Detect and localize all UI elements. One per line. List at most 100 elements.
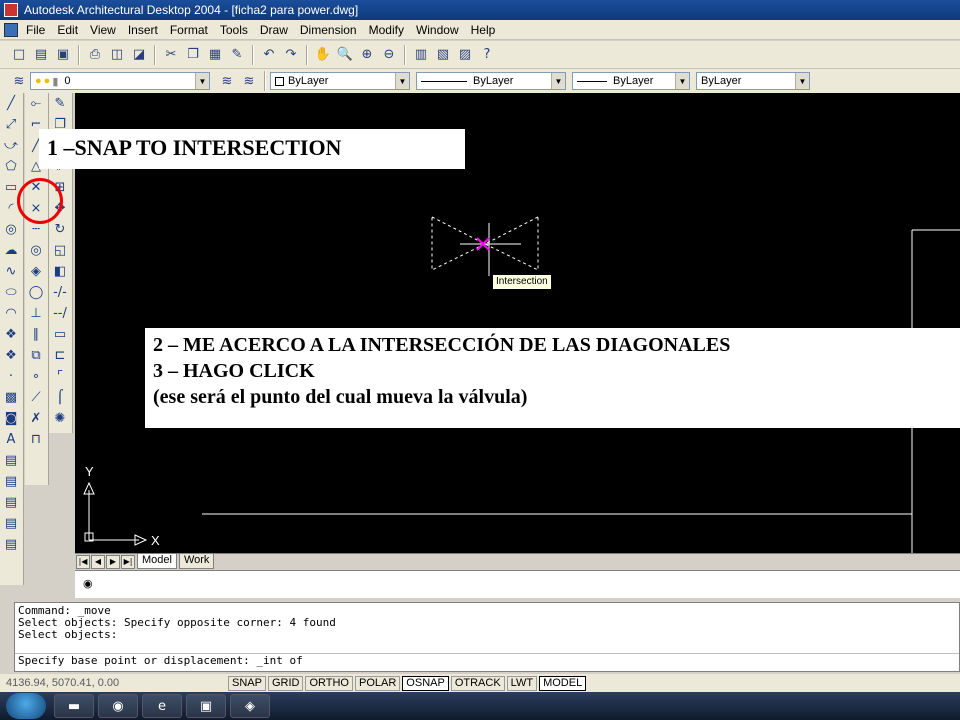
- save-icon[interactable]: ▣: [53, 45, 73, 65]
- plotstyle-dropdown[interactable]: ByLayer ▼: [696, 72, 810, 90]
- hatch-icon[interactable]: ▩: [0, 387, 22, 408]
- extend-icon[interactable]: --/: [49, 303, 71, 324]
- document-icon[interactable]: [4, 22, 18, 37]
- layer-tool-4-icon[interactable]: ▤: [0, 513, 22, 534]
- tab-model[interactable]: Model: [137, 554, 177, 569]
- osnap-toggle[interactable]: OSNAP: [402, 675, 449, 691]
- layer-manager-icon[interactable]: ≋: [9, 71, 29, 91]
- circle-icon[interactable]: ◎: [0, 219, 22, 240]
- scale-icon[interactable]: ◱: [49, 240, 71, 261]
- layer-tool-icon[interactable]: ▤: [0, 450, 22, 471]
- layer-tool-3-icon[interactable]: ▤: [0, 492, 22, 513]
- lwt-toggle[interactable]: LWT: [506, 675, 538, 691]
- ortho-toggle[interactable]: ORTHO: [305, 675, 353, 691]
- browser-icon[interactable]: e: [142, 694, 182, 718]
- chamfer-icon[interactable]: ⌜: [49, 366, 71, 387]
- zoom-previous-icon[interactable]: ⊖: [379, 45, 399, 65]
- print-icon[interactable]: ⎙: [85, 45, 105, 65]
- ellipse-icon[interactable]: ⬭: [0, 282, 22, 303]
- properties-icon[interactable]: ▥: [411, 45, 431, 65]
- snap-tangent-icon[interactable]: ◯: [25, 282, 47, 303]
- help-icon[interactable]: ?: [477, 45, 497, 65]
- construction-line-icon[interactable]: ⤢: [0, 114, 22, 135]
- polyline-icon[interactable]: ⤻: [0, 135, 22, 156]
- insert-block-icon[interactable]: ❖: [0, 324, 22, 345]
- grid-toggle[interactable]: GRID: [267, 675, 304, 691]
- menu-insert[interactable]: Insert: [128, 23, 158, 37]
- menu-view[interactable]: View: [90, 23, 116, 37]
- snap-quadrant-icon[interactable]: ◈: [25, 261, 47, 282]
- layer-dropdown[interactable]: ● ● ▮ 0 ▼: [30, 72, 210, 90]
- scroll-left-icon[interactable]: ◉: [83, 577, 93, 590]
- print-preview-icon[interactable]: ◫: [107, 45, 127, 65]
- menu-file[interactable]: File: [26, 23, 45, 37]
- rotate-icon[interactable]: ↻: [49, 219, 71, 240]
- polygon-icon[interactable]: ⬠: [0, 156, 22, 177]
- layer-tool-5-icon[interactable]: ▤: [0, 534, 22, 555]
- chevron-down-icon[interactable]: ▼: [675, 73, 689, 89]
- menu-dimension[interactable]: Dimension: [300, 23, 357, 37]
- make-block-icon[interactable]: ❖: [0, 345, 22, 366]
- horizontal-scrollbar[interactable]: ◉: [75, 570, 960, 598]
- lineweight-dropdown[interactable]: ByLayer ▼: [572, 72, 690, 90]
- media-player-icon[interactable]: ◉: [98, 694, 138, 718]
- point-icon[interactable]: ·: [0, 366, 22, 387]
- explode-icon[interactable]: ✺: [49, 408, 71, 429]
- tool-palettes-icon[interactable]: ▨: [455, 45, 475, 65]
- copy-icon[interactable]: ❐: [183, 45, 203, 65]
- menu-help[interactable]: Help: [471, 23, 496, 37]
- layer-previous-icon[interactable]: ≋: [239, 71, 259, 91]
- layer-tool-2-icon[interactable]: ▤: [0, 471, 22, 492]
- autocad-icon[interactable]: ◈: [230, 694, 270, 718]
- menu-format[interactable]: Format: [170, 23, 208, 37]
- temporary-tracking-icon[interactable]: ⟜: [25, 93, 47, 114]
- publish-icon[interactable]: ◪: [129, 45, 149, 65]
- start-button[interactable]: [6, 693, 46, 719]
- cut-icon[interactable]: ✂: [161, 45, 181, 65]
- previous-tab-icon[interactable]: ◀: [91, 554, 105, 569]
- line-icon[interactable]: ╱: [0, 93, 22, 114]
- region-icon[interactable]: ◙: [0, 408, 22, 429]
- undo-icon[interactable]: ↶: [259, 45, 279, 65]
- spline-icon[interactable]: ∿: [0, 261, 22, 282]
- zoom-window-icon[interactable]: ⊕: [357, 45, 377, 65]
- first-tab-icon[interactable]: |◀: [76, 554, 90, 569]
- menu-draw[interactable]: Draw: [260, 23, 288, 37]
- color-dropdown[interactable]: ByLayer ▼: [270, 72, 410, 90]
- tab-work[interactable]: Work: [178, 554, 215, 569]
- last-tab-icon[interactable]: ▶|: [121, 554, 135, 569]
- make-current-layer-icon[interactable]: ≋: [217, 71, 237, 91]
- chevron-down-icon[interactable]: ▼: [551, 73, 565, 89]
- menu-modify[interactable]: Modify: [369, 23, 404, 37]
- join-icon[interactable]: ⊏: [49, 345, 71, 366]
- menu-window[interactable]: Window: [416, 23, 459, 37]
- new-file-icon[interactable]: □: [9, 45, 29, 65]
- polar-toggle[interactable]: POLAR: [355, 675, 401, 691]
- otrack-toggle[interactable]: OTRACK: [450, 675, 505, 691]
- snap-parallel-icon[interactable]: ∥: [25, 324, 47, 345]
- snap-nearest-icon[interactable]: ⟋: [25, 387, 47, 408]
- snap-settings-icon[interactable]: ⊓: [25, 429, 47, 450]
- window-app-icon[interactable]: ▣: [186, 694, 226, 718]
- explorer-icon[interactable]: ▬: [54, 694, 94, 718]
- trim-icon[interactable]: -/-: [49, 282, 71, 303]
- match-properties-icon[interactable]: ✎: [227, 45, 247, 65]
- chevron-down-icon[interactable]: ▼: [195, 73, 209, 89]
- snap-none-icon[interactable]: ✗: [25, 408, 47, 429]
- menu-edit[interactable]: Edit: [57, 23, 78, 37]
- snap-perpendicular-icon[interactable]: ⊥: [25, 303, 47, 324]
- break-icon[interactable]: ▭: [49, 324, 71, 345]
- design-center-icon[interactable]: ▧: [433, 45, 453, 65]
- stretch-icon[interactable]: ◧: [49, 261, 71, 282]
- snap-node-icon[interactable]: ∘: [25, 366, 47, 387]
- redo-icon[interactable]: ↷: [281, 45, 301, 65]
- paste-icon[interactable]: ▦: [205, 45, 225, 65]
- next-tab-icon[interactable]: ▶: [106, 554, 120, 569]
- model-toggle[interactable]: MODEL: [539, 675, 587, 691]
- chevron-down-icon[interactable]: ▼: [795, 73, 809, 89]
- menu-tools[interactable]: Tools: [220, 23, 248, 37]
- zoom-realtime-icon[interactable]: 🔍: [335, 45, 355, 65]
- chevron-down-icon[interactable]: ▼: [395, 73, 409, 89]
- ellipse-arc-icon[interactable]: ◠: [0, 303, 22, 324]
- command-window[interactable]: Command: _move Select objects: Specify o…: [14, 602, 960, 672]
